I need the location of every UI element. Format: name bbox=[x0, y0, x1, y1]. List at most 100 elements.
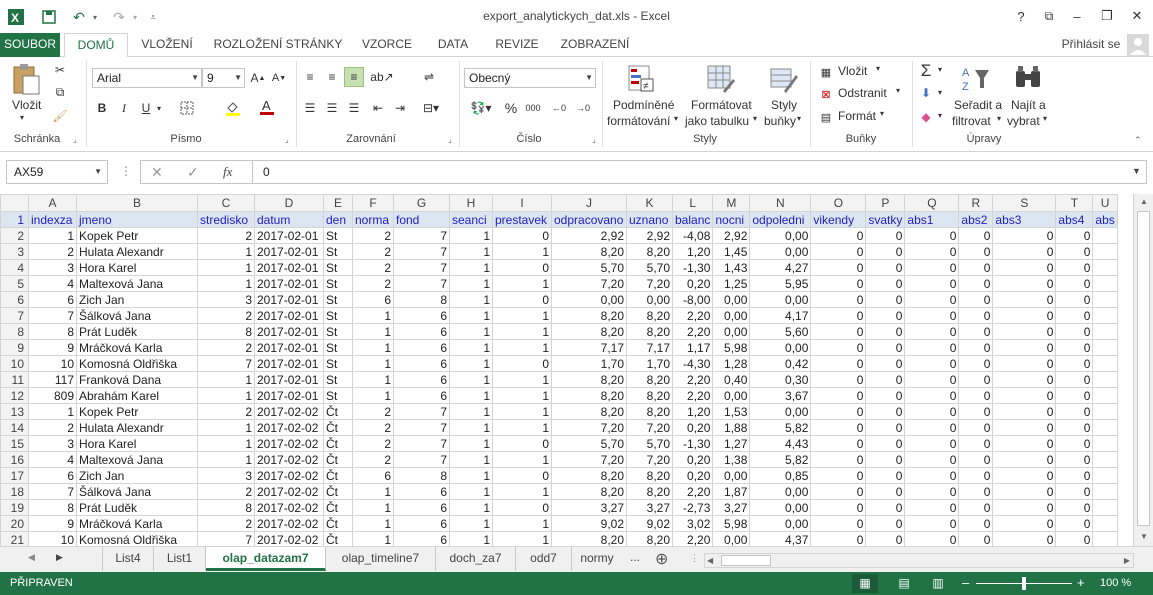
cell[interactable]: 117 bbox=[28, 371, 77, 388]
cell[interactable]: 0 bbox=[1055, 307, 1094, 324]
cell[interactable]: 2017-02-02 bbox=[254, 499, 324, 516]
cell[interactable]: 0 bbox=[865, 467, 906, 484]
sheet-tab-list1[interactable]: List1 bbox=[154, 547, 206, 571]
cell[interactable]: Čt bbox=[323, 531, 353, 546]
cell[interactable]: 0 bbox=[865, 419, 906, 436]
cell[interactable]: 5,82 bbox=[749, 451, 812, 468]
font-name-dropdown-icon[interactable]: ▼ bbox=[191, 69, 199, 87]
sort-filter-label-2[interactable]: filtrovat bbox=[952, 114, 991, 128]
cell[interactable]: 1,38 bbox=[712, 451, 751, 468]
cell[interactable]: 1 bbox=[197, 451, 255, 468]
cell[interactable]: 1 bbox=[352, 499, 394, 516]
cell[interactable] bbox=[1092, 371, 1118, 388]
cell[interactable]: 2017-02-02 bbox=[254, 451, 324, 468]
cell[interactable]: 7 bbox=[197, 531, 255, 546]
cell[interactable]: -8,00 bbox=[671, 291, 714, 308]
cell[interactable]: 8,20 bbox=[551, 467, 627, 484]
cell[interactable]: 0 bbox=[904, 227, 960, 244]
cell[interactable]: 0 bbox=[1055, 419, 1094, 436]
cell[interactable]: 0 bbox=[1055, 403, 1094, 420]
cell-styles-dropdown-icon[interactable]: ▾ bbox=[797, 114, 801, 123]
row-header[interactable]: 4 bbox=[0, 259, 29, 276]
cell[interactable]: 6 bbox=[393, 339, 450, 356]
cell[interactable]: 0 bbox=[958, 227, 994, 244]
cell[interactable]: 2 bbox=[28, 419, 77, 436]
cell[interactable] bbox=[1092, 243, 1118, 260]
cell[interactable]: 0 bbox=[958, 371, 994, 388]
format-as-table-dropdown-icon[interactable]: ▾ bbox=[753, 114, 757, 123]
cell[interactable]: 8,20 bbox=[626, 483, 673, 500]
number-format-dropdown-icon[interactable]: ▼ bbox=[585, 69, 593, 87]
cell[interactable]: 7,20 bbox=[551, 451, 627, 468]
row-header[interactable]: 20 bbox=[0, 515, 29, 532]
cell[interactable]: 0 bbox=[992, 419, 1057, 436]
scroll-up-icon[interactable]: ▲ bbox=[1136, 194, 1152, 210]
name-box[interactable]: AX59 ▼ bbox=[6, 160, 108, 184]
cell[interactable]: 8 bbox=[28, 499, 77, 516]
cell[interactable]: 2017-02-02 bbox=[254, 435, 324, 452]
cell[interactable] bbox=[1092, 467, 1118, 484]
cell[interactable]: 0 bbox=[1055, 227, 1094, 244]
cell[interactable]: Prát Luděk bbox=[76, 499, 198, 516]
cell[interactable]: 0 bbox=[992, 515, 1057, 532]
format-cells-icon[interactable]: ▤ bbox=[818, 109, 834, 125]
cell[interactable]: 1,28 bbox=[712, 355, 751, 372]
cell[interactable]: St bbox=[323, 291, 353, 308]
cell[interactable]: 3 bbox=[28, 435, 77, 452]
cell[interactable]: Abrahám Karel bbox=[76, 387, 198, 404]
cell[interactable]: 0 bbox=[904, 355, 960, 372]
sheet-tab-doch-za7[interactable]: doch_za7 bbox=[436, 547, 516, 571]
column-header[interactable]: B bbox=[76, 194, 198, 212]
vertical-scroll-thumb[interactable] bbox=[1137, 211, 1150, 526]
cell[interactable]: 8,20 bbox=[626, 323, 673, 340]
cell[interactable]: 7 bbox=[393, 275, 450, 292]
cell[interactable]: 0 bbox=[992, 243, 1057, 260]
cell[interactable]: Zich Jan bbox=[76, 291, 198, 308]
cell[interactable]: 0,30 bbox=[749, 371, 812, 388]
cell[interactable]: 0,00 bbox=[712, 307, 751, 324]
cell[interactable]: 0 bbox=[1055, 291, 1094, 308]
cell[interactable]: 0,20 bbox=[671, 419, 714, 436]
cell[interactable]: 0,00 bbox=[749, 227, 812, 244]
cell[interactable]: St bbox=[323, 227, 353, 244]
cell[interactable]: 1 bbox=[492, 483, 552, 500]
cell[interactable]: 8,20 bbox=[626, 467, 673, 484]
expand-formula-bar-icon[interactable]: ▼ bbox=[1132, 166, 1141, 176]
cell[interactable]: 0 bbox=[865, 499, 906, 516]
cell[interactable]: 0 bbox=[1055, 499, 1094, 516]
cell[interactable]: -1,30 bbox=[671, 435, 714, 452]
paste-label[interactable]: Vložit bbox=[12, 98, 41, 112]
vertical-scrollbar[interactable]: ▲ ▼ bbox=[1133, 194, 1153, 546]
cell[interactable]: 10 bbox=[28, 531, 77, 546]
cell[interactable]: St bbox=[323, 339, 353, 356]
cell[interactable]: 1 bbox=[449, 339, 493, 356]
cell[interactable]: 4,37 bbox=[749, 531, 812, 546]
cell[interactable]: 0 bbox=[992, 323, 1057, 340]
cell[interactable]: 0 bbox=[810, 467, 867, 484]
cell[interactable]: 0 bbox=[810, 403, 867, 420]
underline-dropdown-icon[interactable]: ▾ bbox=[154, 99, 164, 117]
cell[interactable]: 0 bbox=[958, 435, 994, 452]
cell[interactable]: 1 bbox=[352, 531, 394, 546]
sort-filter-dropdown-icon[interactable]: ▾ bbox=[997, 114, 1001, 123]
cell[interactable]: 1 bbox=[352, 371, 394, 388]
cell[interactable]: 5,70 bbox=[626, 435, 673, 452]
cell[interactable]: 2 bbox=[28, 243, 77, 260]
row-header[interactable]: 11 bbox=[0, 371, 29, 388]
paste-icon[interactable] bbox=[8, 61, 44, 97]
cell[interactable]: 8 bbox=[197, 323, 255, 340]
cell[interactable]: 1 bbox=[492, 419, 552, 436]
find-select-dropdown-icon[interactable]: ▾ bbox=[1043, 114, 1047, 123]
collapse-ribbon-icon[interactable]: ⌃ bbox=[1134, 135, 1142, 146]
cell[interactable]: 1 bbox=[449, 275, 493, 292]
cell[interactable]: 1 bbox=[449, 387, 493, 404]
page-break-view-icon[interactable]: ▥ bbox=[928, 574, 948, 593]
cell[interactable]: 3 bbox=[197, 291, 255, 308]
cell[interactable]: 0 bbox=[492, 355, 552, 372]
merge-center-icon[interactable]: ⊟▾ bbox=[418, 98, 444, 118]
row-header[interactable]: 9 bbox=[0, 339, 29, 356]
page-layout-view-icon[interactable]: ▤ bbox=[894, 574, 914, 593]
cell[interactable]: 1 bbox=[28, 403, 77, 420]
cell[interactable]: 0 bbox=[904, 499, 960, 516]
cell[interactable]: -4,30 bbox=[671, 355, 714, 372]
